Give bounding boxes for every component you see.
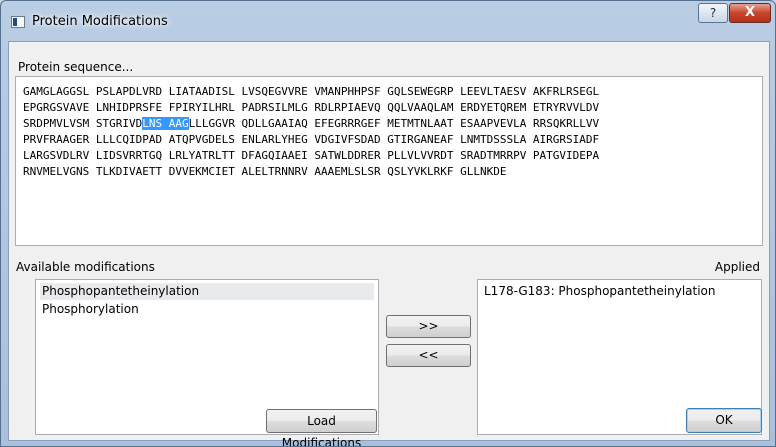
sequence-line: SRDPMVLVSM STGRIVDLNS AAGLLLGGVR QDLLGAA… <box>23 117 599 130</box>
window-title: Protein Modifications <box>32 14 168 29</box>
sequence-line: LARGSVDLRV LIDSVRRTGQ LRLYATRLTT DFAGQIA… <box>23 149 600 162</box>
ok-button[interactable]: OK <box>686 408 762 433</box>
list-item[interactable]: Phosphopantetheinylation <box>40 283 374 300</box>
available-modifications-label: Available modifications <box>16 260 155 274</box>
list-item[interactable]: Phosphorylation <box>40 301 374 318</box>
dialog-body: Protein sequence... GAMGLAGGSL PSLAPDLVR… <box>8 41 770 446</box>
help-button[interactable]: ? <box>698 3 728 23</box>
add-modification-button[interactable]: >> <box>386 315 471 338</box>
window-icon <box>11 16 25 28</box>
sequence-line: EPGRGSVAVE LNHIDPRSFE FPIRYILHRL PADRSIL… <box>23 101 600 114</box>
protein-sequence-label: Protein sequence... <box>18 60 134 74</box>
sequence-line: PRVFRAAGER LLLCQIDPAD ATQPVGDELS ENLARLY… <box>23 133 600 146</box>
protein-modifications-dialog: Protein Modifications ? X Protein sequen… <box>0 0 776 447</box>
title-bar[interactable]: Protein Modifications ? X <box>1 1 775 41</box>
close-button[interactable]: X <box>729 3 771 23</box>
sequence-segment: LLLGGVR QDLLGAAIAQ EFEGRRRGEF METMTNLAAT… <box>188 117 600 130</box>
remove-modification-button[interactable]: << <box>386 344 471 367</box>
applied-label: Applied <box>714 260 760 274</box>
sequence-segment: SRDPMVLVSM STGRIVD <box>23 117 143 130</box>
sequence-line: GAMGLAGGSL PSLAPDLVRD LIATAADISL LVSQEGV… <box>23 85 600 98</box>
sequence-selection: LNS AAG <box>142 117 189 130</box>
sequence-line: RNVMELVGNS TLKDIVAETT DVVEKMCIET ALELTRN… <box>23 165 507 178</box>
sequence-text-area[interactable]: GAMGLAGGSL PSLAPDLVRD LIATAADISL LVSQEGV… <box>15 76 763 246</box>
load-modifications-button[interactable]: Load Modifications <box>266 409 377 446</box>
list-item[interactable]: L178-G183: Phosphopantetheinylation <box>482 283 757 300</box>
